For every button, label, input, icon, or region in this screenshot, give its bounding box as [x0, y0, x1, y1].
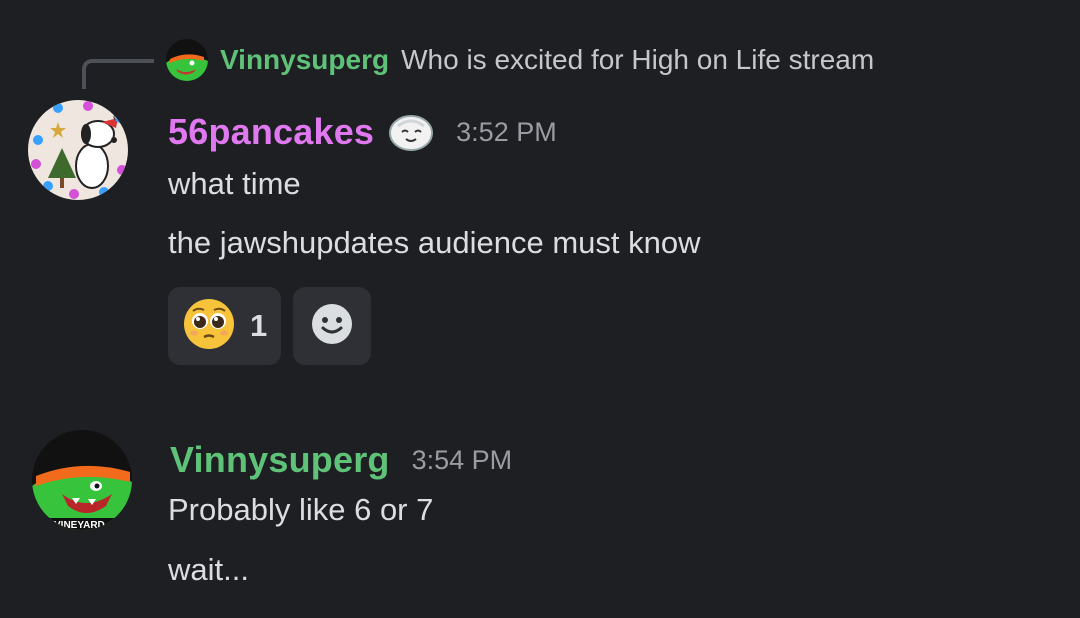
author-name[interactable]: 56pancakes: [168, 111, 374, 153]
reply-author-name[interactable]: Vinnysuperg: [220, 44, 389, 76]
message-header: Vinnysuperg 3:54 PM: [170, 436, 512, 484]
reply-author-avatar[interactable]: [166, 39, 208, 81]
reply-snippet[interactable]: Who is excited for High on Life stream: [401, 44, 874, 76]
reaction-bar: 1: [168, 287, 372, 365]
avatar-56pancakes[interactable]: [28, 100, 128, 200]
avatar-vinnysuperg[interactable]: VINEYARD: [32, 430, 132, 530]
reply-reference[interactable]: Vinnysuperg Who is excited for High on L…: [166, 36, 874, 84]
message-text: the jawshupdates audience must know: [168, 225, 701, 260]
message-text: Probably like 6 or 7: [168, 492, 434, 527]
message-text: wait...: [168, 552, 249, 587]
chat-window: Vinnysuperg Who is excited for High on L…: [0, 0, 1080, 618]
reply-connector-line: [82, 59, 154, 89]
message-text: what time: [168, 166, 301, 201]
reaction-chip[interactable]: 1: [168, 287, 282, 365]
add-reaction-button[interactable]: [293, 287, 372, 365]
message-timestamp[interactable]: 3:52 PM: [456, 117, 557, 148]
author-name[interactable]: Vinnysuperg: [170, 439, 390, 481]
reaction-count: 1: [250, 308, 268, 343]
snowball-face-icon[interactable]: [388, 112, 434, 152]
message-header: 56pancakes 3:52 PM: [168, 108, 557, 156]
pleading-face-icon: [182, 297, 236, 356]
add-reaction-smiley-icon: [311, 303, 353, 350]
avatar-text: VINEYARD: [54, 520, 105, 530]
message-timestamp[interactable]: 3:54 PM: [412, 445, 513, 476]
